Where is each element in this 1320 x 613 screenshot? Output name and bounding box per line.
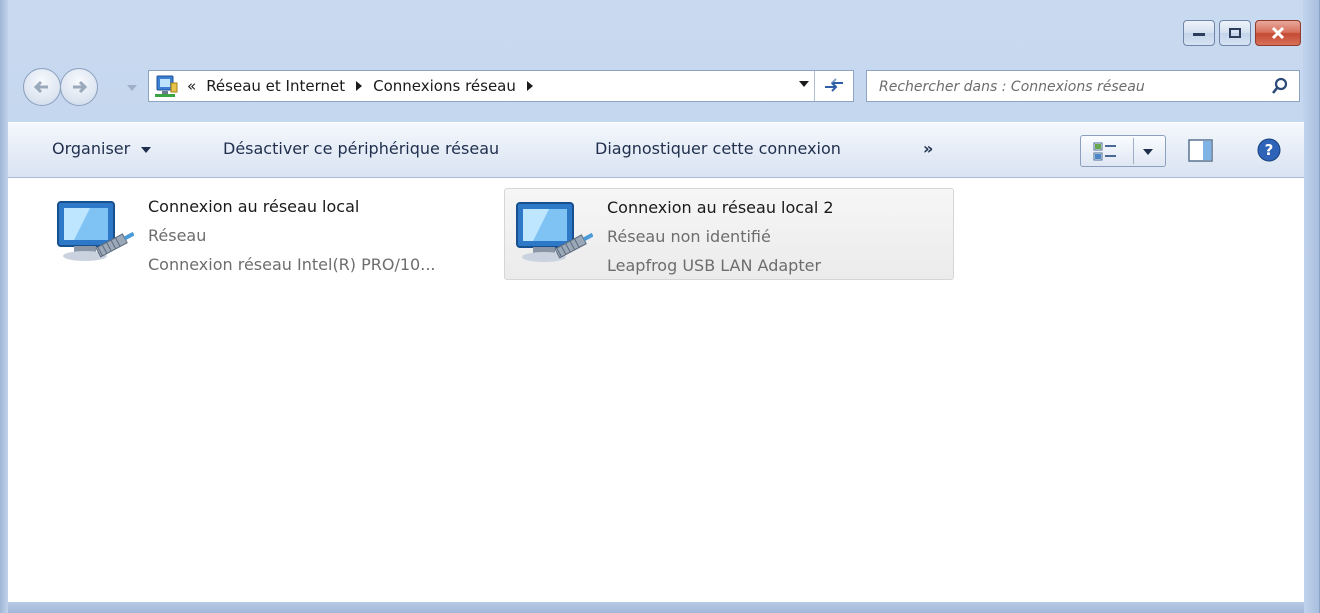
connection-network: Réseau non identifié [607,227,771,246]
caption-buttons [1179,20,1301,46]
help-icon: ? [1257,138,1281,162]
help-button[interactable]: ? [1256,137,1282,167]
network-connection-icon [516,202,593,262]
search-icon[interactable] [1271,77,1289,95]
chevron-down-icon [1143,149,1153,155]
preview-pane-icon [1188,139,1213,162]
connection-network: Réseau [148,226,207,245]
view-details-icon [1093,142,1116,161]
window-frame-bottom [8,602,1304,613]
back-arrow-icon [33,80,48,94]
maximize-icon [1229,28,1241,38]
close-icon [1271,26,1285,40]
address-bar[interactable]: « Réseau et Internet Connexions réseau [148,70,854,102]
network-connection-icon [57,201,134,261]
breadcrumb-separator-icon[interactable] [526,81,534,91]
minimize-icon [1193,33,1205,36]
search-box[interactable] [866,70,1300,102]
recent-pages-dropdown[interactable] [126,78,138,97]
connection-name: Connexion au réseau local 2 [607,198,834,217]
minimize-button[interactable] [1183,20,1215,46]
chevron-down-icon [141,147,152,153]
explorer-window: « Réseau et Internet Connexions réseau O… [0,0,1320,613]
maximize-button[interactable] [1219,20,1251,46]
connection-adapter: Leapfrog USB LAN Adapter [607,256,822,275]
search-input[interactable] [877,76,1261,98]
view-button-divider [1133,138,1134,164]
change-view-button[interactable] [1080,135,1166,167]
address-history-dropdown-icon[interactable] [799,80,809,88]
breadcrumb-separator-icon[interactable] [355,81,363,91]
close-button[interactable] [1255,20,1301,46]
window-frame-left [0,0,8,613]
breadcrumb-reseau-internet[interactable]: Réseau et Internet [206,77,345,95]
connection-item[interactable]: Connexion au réseau local Réseau Connexi… [46,188,496,280]
connection-name: Connexion au réseau local [148,197,360,216]
command-bar: Organiser Désactiver ce périphérique rés… [8,122,1304,178]
organize-button[interactable]: Organiser [52,139,152,158]
svg-text:?: ? [1265,141,1274,159]
diagnose-connection-button[interactable]: Diagnostiquer cette connexion [595,139,841,158]
breadcrumb-connexions-reseau[interactable]: Connexions réseau [373,77,516,95]
connection-adapter: Connexion réseau Intel(R) PRO/10... [148,255,436,274]
more-commands-button[interactable]: » [923,139,933,158]
breadcrumb-overflow[interactable]: « [187,77,196,95]
forward-button[interactable] [60,68,98,106]
forward-arrow-icon [73,80,88,94]
refresh-button[interactable] [814,71,853,101]
connection-item[interactable]: Connexion au réseau local 2 Réseau non i… [504,188,954,280]
file-list-pane: Connexion au réseau local Réseau Connexi… [8,178,1304,602]
window-frame-right [1303,0,1319,613]
back-button[interactable] [23,68,61,106]
preview-pane-button[interactable] [1188,139,1214,167]
disable-device-button[interactable]: Désactiver ce périphérique réseau [223,139,499,158]
network-folder-icon [155,75,178,97]
organize-label: Organiser [52,139,131,158]
refresh-icon [825,78,843,92]
chevron-down-icon [127,85,137,91]
